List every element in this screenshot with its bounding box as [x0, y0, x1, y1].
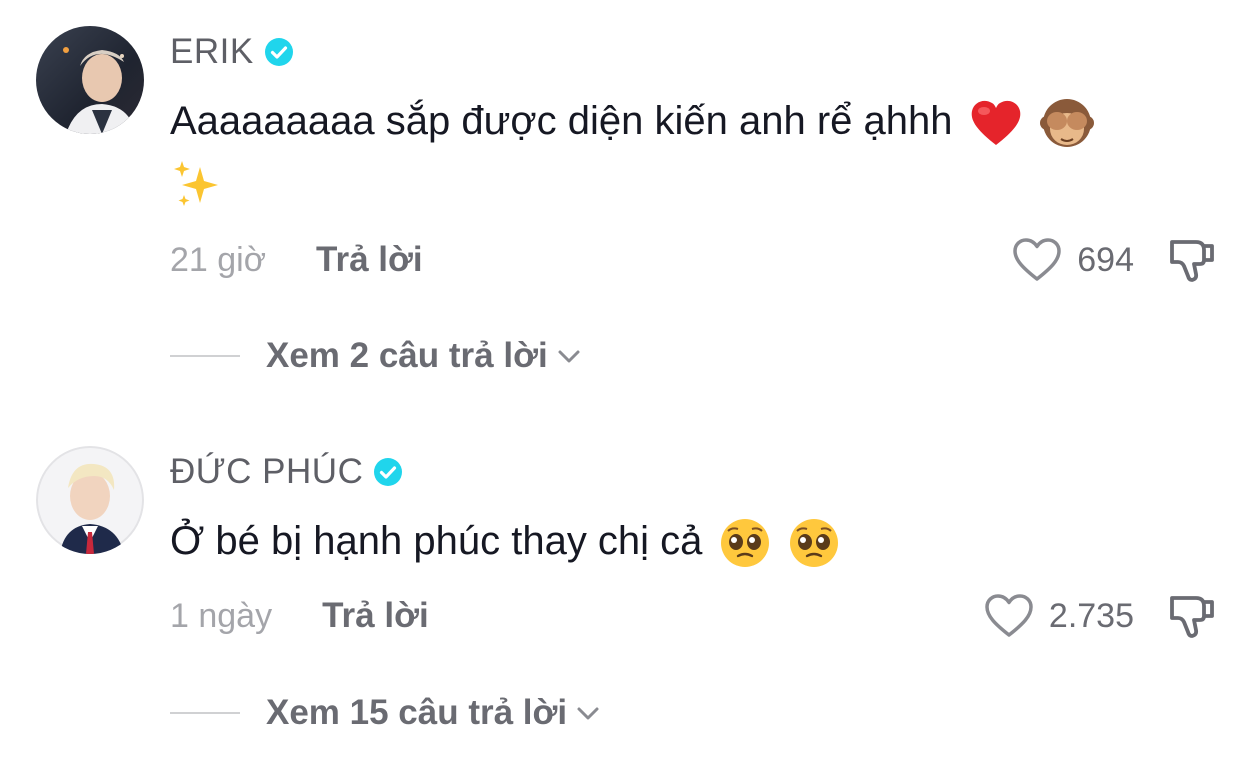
timestamp: 21 giờ [170, 240, 267, 279]
replies-divider [170, 355, 240, 357]
see-no-evil-monkey-icon [1039, 99, 1094, 148]
verified-badge-icon [264, 38, 293, 66]
comment-body: Aaaaaaaaa sắp được diện kiến anh rể ạhhh [170, 99, 953, 143]
view-replies-button[interactable]: Xem 15 câu trả lời [170, 691, 601, 735]
comment-text: Aaaaaaaaa sắp được diện kiến anh rể ạhhh [170, 90, 1180, 214]
comment-text: Ở bé bị hạnh phúc thay chị cả [170, 510, 1180, 572]
username-row: ĐỨC PHÚC [170, 452, 403, 492]
timestamp: 1 ngày [170, 596, 273, 635]
username[interactable]: ERIK [170, 32, 254, 72]
sparkles-icon [174, 161, 218, 207]
like-heart-icon[interactable] [1011, 237, 1063, 283]
avatar[interactable] [36, 26, 144, 134]
view-replies-label: Xem 2 câu trả lời [266, 336, 548, 375]
avatar-image [36, 446, 144, 554]
pleading-face-icon [720, 519, 769, 568]
comment-meta: 21 giờ Trả lời [170, 238, 423, 282]
like-count: 2.735 [1048, 596, 1134, 635]
replies-divider [170, 712, 240, 714]
chevron-down-icon [577, 707, 599, 720]
username[interactable]: ĐỨC PHÚC [170, 452, 363, 492]
like-count: 694 [1077, 240, 1134, 279]
like-group: 694 [1011, 238, 1134, 282]
reply-button[interactable]: Trả lời [322, 596, 429, 636]
comment-item: ĐỨC PHÚC Ở bé bị hạnh phúc thay chị cả 1… [0, 420, 1246, 769]
dislike-icon[interactable] [1166, 234, 1216, 284]
comment-meta: 1 ngày Trả lời [170, 594, 429, 638]
verified-badge-icon [374, 458, 403, 486]
username-row: ERIK [170, 32, 294, 72]
like-heart-icon[interactable] [983, 593, 1035, 639]
avatar-image [36, 26, 144, 134]
dislike-icon[interactable] [1166, 590, 1216, 640]
reply-button[interactable]: Trả lời [316, 240, 423, 280]
chevron-down-icon [558, 350, 580, 363]
avatar[interactable] [36, 446, 144, 554]
view-replies-label: Xem 15 câu trả lời [266, 693, 568, 732]
comment-item: ERIK Aaaaaaaaa sắp được diện kiến anh rể… [0, 0, 1246, 400]
red-heart-icon [971, 101, 1020, 146]
pleading-face-icon [789, 519, 838, 568]
view-replies-button[interactable]: Xem 2 câu trả lời [170, 334, 582, 378]
comment-body: Ở bé bị hạnh phúc thay chị cả [170, 519, 703, 563]
like-group: 2.735 [983, 594, 1134, 638]
